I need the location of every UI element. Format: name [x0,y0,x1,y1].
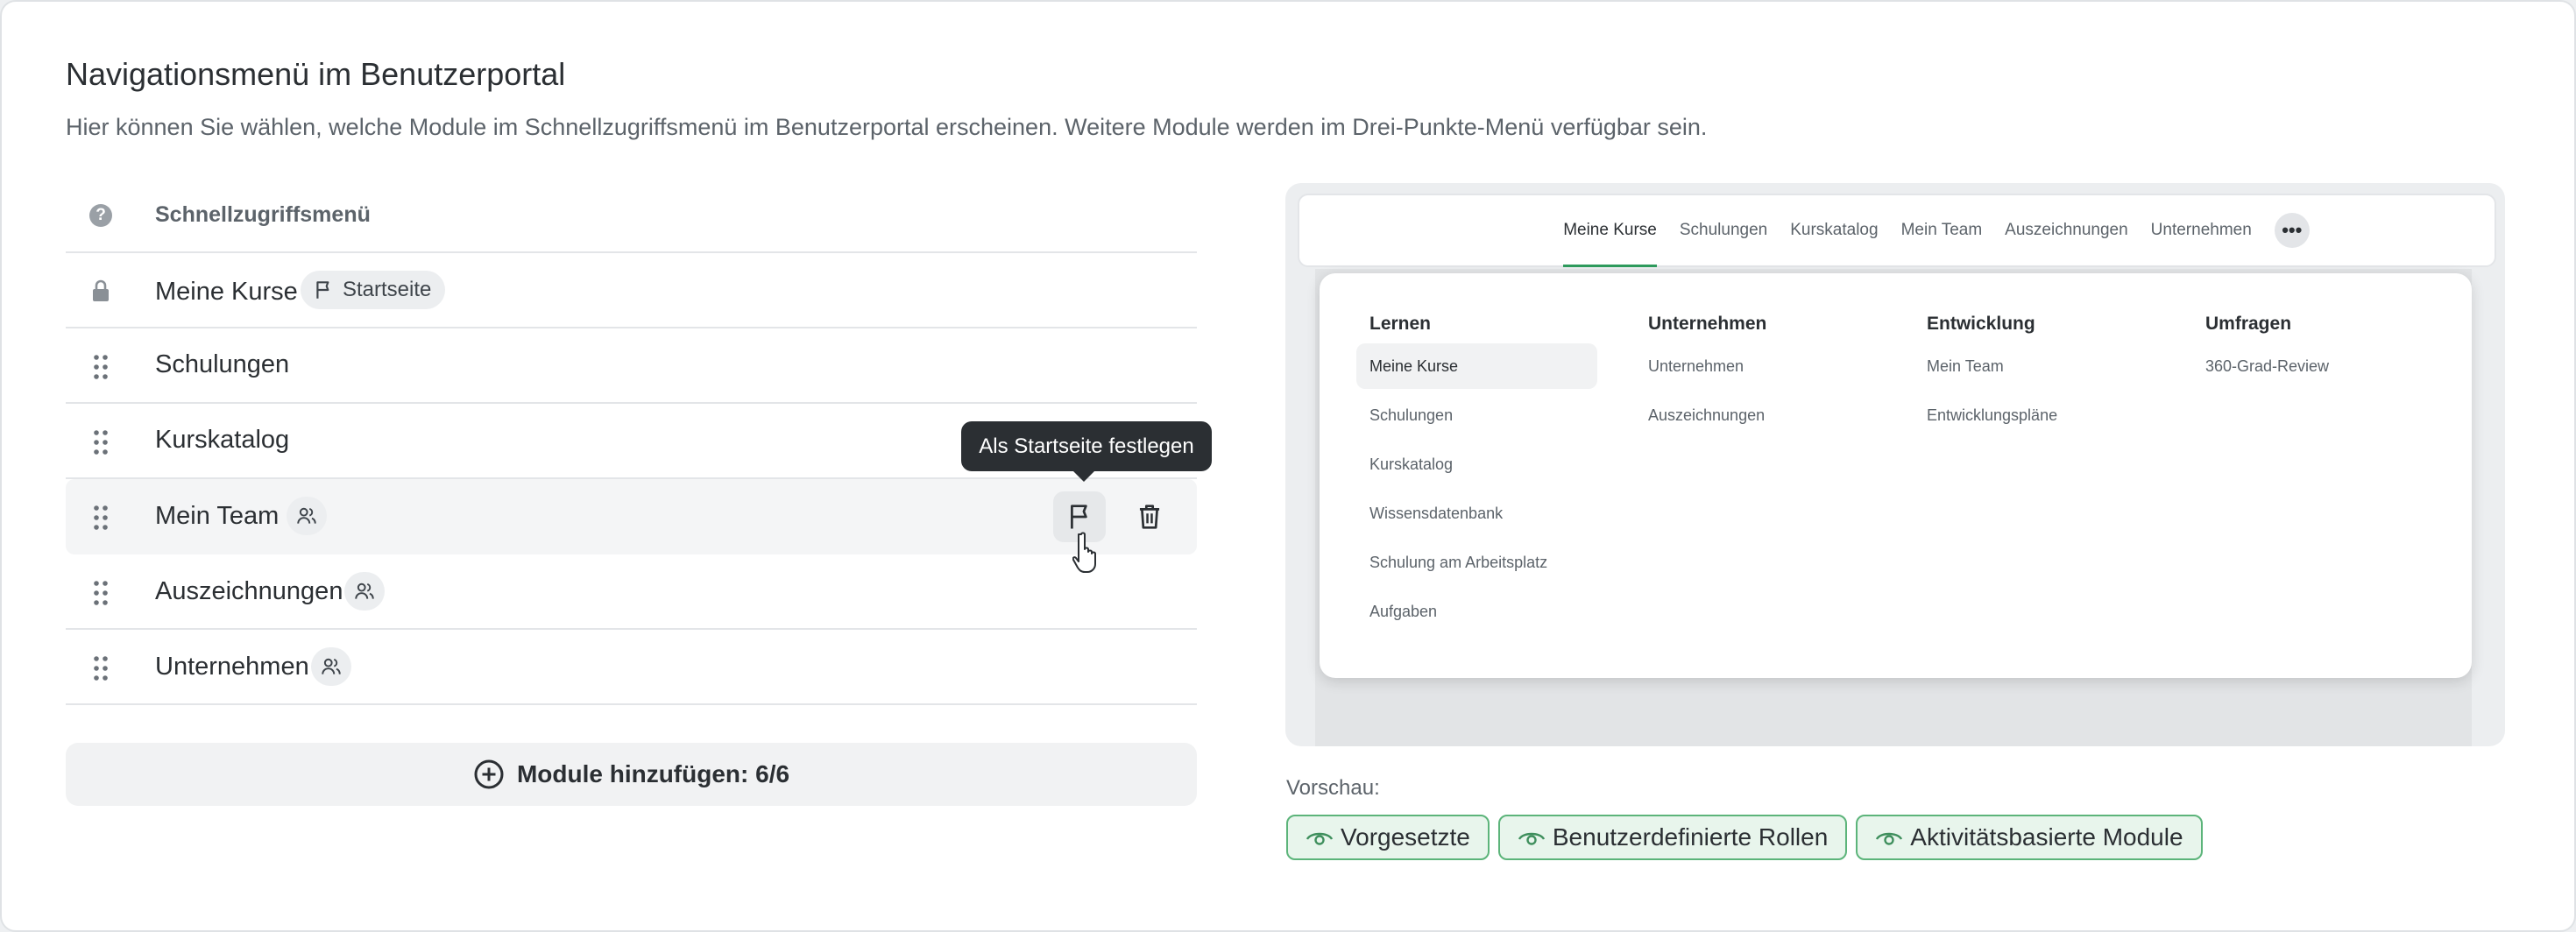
drag-handle-icon[interactable] [92,579,110,607]
users-badge [311,647,351,686]
tooltip-set-home-page: Als Startseite festlegen [961,421,1212,482]
preview-menu-item: Mein Team [1927,357,2004,375]
list-item-label: Mein Team [155,502,280,530]
users-badge [287,497,327,535]
chip-vorgesetzte[interactable]: Vorgesetzte [1286,815,1490,860]
preview-tab-meine-kurse: Meine Kurse [1563,195,1657,267]
preview-navigation-bar: Meine Kurse Schulungen Kurskatalog Mein … [1298,194,2496,267]
preview-tab-kurskatalog: Kurskatalog [1790,221,1879,239]
preview-column-title: Umfragen [2205,314,2292,334]
preview-column-umfragen: Umfragen 360-Grad-Review [2192,314,2446,389]
preview-menu-item: Aufgaben [1369,603,1438,620]
flag-icon [316,281,329,299]
preview-menu-item: Auszeichnungen [1648,406,1766,424]
list-item-meine-kurse: Meine Kurse Startseite [66,253,1197,328]
preview-tab-schulungen: Schulungen [1679,221,1768,239]
home-page-badge: Startseite [301,271,446,309]
add-modules-label: Module hinzufügen: 6/6 [516,760,790,787]
preview-menu-item: 360-Grad-Review [2205,357,2330,375]
chip-label: Vorgesetzte [1341,823,1470,851]
chip-aktivitaetsbasierte-module[interactable]: Aktivitätsbasierte Module [1856,815,2203,860]
preview-role-chips: Vorgesetzte Benutzerdefinierte Rollen Ak… [1286,815,2203,860]
list-item-label: Schulungen [155,350,290,378]
quick-menu-header: ? Schnellzugriffsmenü [66,178,1197,253]
flag-icon [1071,505,1087,529]
row-actions [1053,491,1176,542]
users-icon [322,658,341,674]
portal-preview: Meine Kurse Schulungen Kurskatalog Mein … [1285,183,2505,746]
preview-tab-mein-team: Mein Team [1900,221,1983,239]
question-circle-icon[interactable]: ? [89,204,112,227]
preview-column-lernen: Lernen Meine Kurse Schulungen Kurskatalo… [1356,314,1610,634]
preview-menu-item: Unternehmen [1648,357,1744,375]
eye-icon [1306,832,1334,845]
drag-handle-icon[interactable] [92,428,110,456]
preview-menu-item: Meine Kurse [1356,343,1597,389]
chip-label: Benutzerdefinierte Rollen [1552,823,1829,851]
preview-label: Vorschau: [1286,776,1380,800]
list-item-auszeichnungen[interactable]: Auszeichnungen [66,554,1197,630]
plus-circle-icon [474,759,504,789]
preview-column-unternehmen: Unternehmen Unternehmen Auszeichnungen [1635,314,1889,438]
list-item-label: Auszeichnungen [155,577,343,605]
chip-benutzerdefinierte-rollen[interactable]: Benutzerdefinierte Rollen [1497,815,1848,860]
home-page-badge-label: Startseite [343,278,432,301]
users-badge [344,572,385,611]
preview-menu-item: Wissensdatenbank [1369,505,1504,522]
preview-column-title: Lernen [1369,314,1432,334]
eye-icon [1876,832,1903,845]
chip-label: Aktivitätsbasierte Module [1910,823,2183,851]
more-dots-icon: ••• [2274,213,2310,248]
eye-icon [1518,832,1545,845]
preview-menu-item: Schulungen [1369,406,1454,424]
drag-handle-icon[interactable] [92,504,110,532]
list-item-label: Unternehmen [155,653,309,681]
page-description: Hier können Sie wählen, welche Module im… [66,114,1708,140]
preview-menu-item: Entwicklungspläne [1927,406,2058,424]
preview-menu-item: Kurskatalog [1369,455,1454,473]
quick-menu-header-label: Schnellzugriffsmenü [155,202,371,227]
preview-column-entwicklung: Entwicklung Mein Team Entwicklungspläne [1914,314,2168,438]
list-item-schulungen[interactable]: Schulungen [66,328,1197,404]
drag-handle-icon[interactable] [92,654,110,682]
list-item-mein-team[interactable]: Mein Team [66,479,1197,554]
settings-card: Navigationsmenü im Benutzerportal Hier k… [0,0,2576,932]
preview-tab-auszeichnungen: Auszeichnungen [2005,221,2128,239]
list-item-label: Meine Kurse [155,278,298,306]
add-modules-button[interactable]: Module hinzufügen: 6/6 [66,743,1197,806]
users-icon [355,582,374,599]
preview-column-title: Entwicklung [1927,314,2035,334]
preview-tab-unternehmen: Unternehmen [2150,221,2252,239]
drag-handle-icon[interactable] [92,353,110,381]
users-icon [297,507,316,524]
page-title: Navigationsmenü im Benutzerportal [66,56,566,92]
preview-menu-item: Schulung am Arbeitsplatz [1369,554,1548,571]
preview-tabs: Meine Kurse Schulungen Kurskatalog Mein … [1299,195,2495,267]
hand-cursor-icon [1072,532,1096,573]
list-item-label: Kurskatalog [155,426,290,454]
lock-icon [93,279,109,301]
list-item-unternehmen[interactable]: Unternehmen [66,630,1197,705]
delete-button[interactable] [1123,491,1176,542]
trash-icon [1139,505,1160,529]
preview-dropdown-menu: Lernen Meine Kurse Schulungen Kurskatalo… [1320,273,2472,678]
preview-column-title: Unternehmen [1648,314,1767,334]
